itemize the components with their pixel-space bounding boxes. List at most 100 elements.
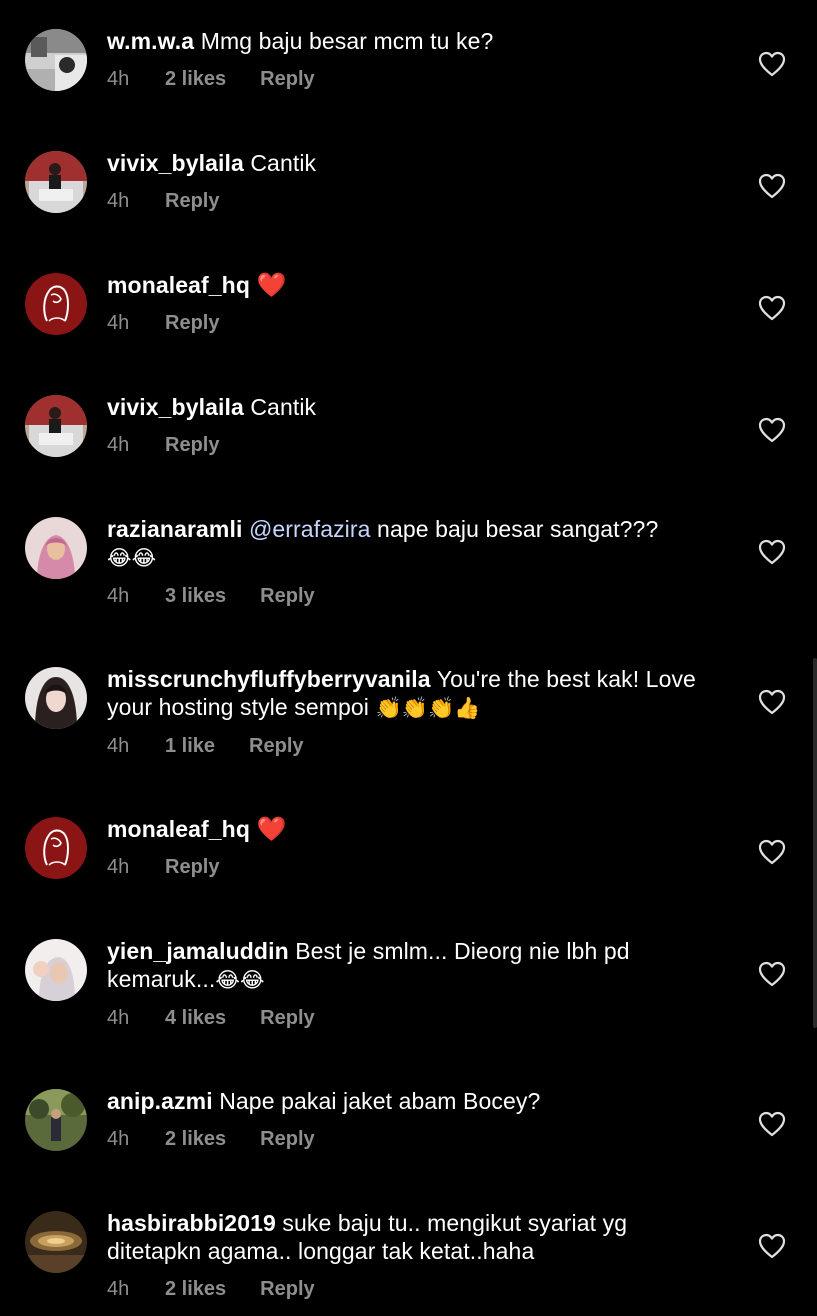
scrollbar[interactable] — [813, 658, 817, 1028]
comment-text: anip.azmi Nape pakai jaket abam Bocey? — [107, 1087, 727, 1115]
comment-text: vivix_bylaila Cantik — [107, 393, 727, 421]
comment-item: razianaramli @errafazira nape baju besar… — [0, 514, 817, 614]
comment-username[interactable]: hasbirabbi2019 — [107, 1210, 276, 1236]
avatar-image — [25, 151, 87, 213]
reply-button[interactable]: Reply — [260, 1277, 314, 1301]
comment-time: 4h — [107, 585, 130, 607]
comment-meta: 4h 2 likes Reply — [107, 1127, 727, 1151]
comment-meta: 4h 2 likes Reply — [107, 1277, 727, 1301]
comment-text: monaleaf_hq ❤️ — [107, 271, 727, 299]
comment-meta: 4h 2 likes Reply — [107, 67, 727, 91]
avatar[interactable] — [25, 517, 87, 579]
comment-text: w.m.w.a Mmg baju besar mcm tu ke? — [107, 27, 727, 55]
avatar[interactable] — [25, 29, 87, 91]
reply-button[interactable]: Reply — [260, 584, 314, 608]
heart-outline-icon[interactable] — [758, 1111, 786, 1137]
comment-time: 4h — [107, 856, 130, 878]
comment-message: nape baju besar sangat??? — [377, 516, 659, 542]
heart-outline-icon[interactable] — [758, 539, 786, 565]
avatar-image — [25, 1089, 87, 1151]
comment-meta: 4h 4 likes Reply — [107, 1006, 727, 1030]
comment-username[interactable]: misscrunchyfluffyberryvanila — [107, 666, 431, 692]
comment-username[interactable]: yien_jamaluddin — [107, 938, 289, 964]
avatar-image — [25, 273, 87, 335]
comment-text: misscrunchyfluffyberryvanila You're the … — [107, 665, 727, 722]
avatar-image — [25, 1211, 87, 1273]
comment-username[interactable]: razianaramli — [107, 516, 242, 542]
reply-button[interactable]: Reply — [260, 67, 314, 91]
comment-text: hasbirabbi2019 suke baju tu.. mengikut s… — [107, 1209, 727, 1265]
comment-likes[interactable]: 2 likes — [165, 1277, 226, 1301]
comment-item: monaleaf_hq ❤️ 4h Reply — [0, 814, 817, 894]
avatar[interactable] — [25, 273, 87, 335]
comment-username[interactable]: vivix_bylaila — [107, 394, 244, 420]
comment-item: vivix_bylaila Cantik 4h Reply — [0, 392, 817, 472]
heart-outline-icon[interactable] — [758, 51, 786, 77]
comment-likes[interactable]: 1 like — [165, 734, 215, 758]
comment-item: yien_jamaluddin Best je smlm... Dieorg n… — [0, 936, 817, 1036]
comment-likes[interactable]: 2 likes — [165, 67, 226, 91]
reply-button[interactable]: Reply — [249, 734, 303, 758]
reply-button[interactable]: Reply — [165, 189, 219, 213]
heart-outline-icon[interactable] — [758, 839, 786, 865]
comment-text: monaleaf_hq ❤️ — [107, 815, 727, 843]
comment-username[interactable]: anip.azmi — [107, 1088, 213, 1114]
laughing-emoji: 😂😂 — [215, 968, 265, 992]
avatar-image — [25, 667, 87, 729]
avatar-image — [25, 817, 87, 879]
comment-meta: 4h Reply — [107, 433, 727, 457]
clapping-emoji: 👏👏👏👍 — [375, 696, 481, 720]
comment-meta: 4h 1 like Reply — [107, 734, 727, 758]
reply-button[interactable]: Reply — [260, 1127, 314, 1151]
comment-item: misscrunchyfluffyberryvanila You're the … — [0, 664, 817, 764]
avatar-image — [25, 29, 87, 91]
comment-meta: 4h Reply — [107, 189, 727, 213]
avatar[interactable] — [25, 1211, 87, 1273]
avatar-image — [25, 517, 87, 579]
comment-time: 4h — [107, 1007, 130, 1029]
comment-meta: 4h 3 likes Reply — [107, 584, 727, 608]
heart-outline-icon[interactable] — [758, 961, 786, 987]
avatar-image — [25, 395, 87, 457]
comment-username[interactable]: monaleaf_hq — [107, 272, 250, 298]
comment-meta: 4h Reply — [107, 855, 727, 879]
avatar[interactable] — [25, 1089, 87, 1151]
comment-mention[interactable]: @errafazira — [249, 516, 371, 542]
comment-item: vivix_bylaila Cantik 4h Reply — [0, 148, 817, 228]
comment-text: yien_jamaluddin Best je smlm... Dieorg n… — [107, 937, 727, 994]
reply-button[interactable]: Reply — [165, 311, 219, 335]
laughing-emoji: 😂😂 — [107, 546, 157, 570]
avatar[interactable] — [25, 151, 87, 213]
avatar[interactable] — [25, 395, 87, 457]
comment-item: w.m.w.a Mmg baju besar mcm tu ke? 4h 2 li… — [0, 26, 817, 106]
comment-message: Cantik — [250, 394, 317, 420]
comment-time: 4h — [107, 735, 130, 757]
avatar[interactable] — [25, 939, 87, 1001]
comment-message: Nape pakai jaket abam Bocey? — [219, 1088, 541, 1114]
comment-likes[interactable]: 2 likes — [165, 1127, 226, 1151]
comment-username[interactable]: w.m.w.a — [107, 28, 194, 54]
comment-item: hasbirabbi2019 suke baju tu.. mengikut s… — [0, 1208, 817, 1308]
comment-text: razianaramli @errafazira nape baju besar… — [107, 515, 727, 572]
comment-username[interactable]: vivix_bylaila — [107, 150, 244, 176]
comment-username[interactable]: monaleaf_hq — [107, 816, 250, 842]
reply-button[interactable]: Reply — [165, 855, 219, 879]
avatar-image — [25, 939, 87, 1001]
comment-message: Cantik — [250, 150, 317, 176]
comment-likes[interactable]: 3 likes — [165, 584, 226, 608]
heart-outline-icon[interactable] — [758, 295, 786, 321]
heart-emoji: ❤️ — [256, 271, 287, 299]
reply-button[interactable]: Reply — [260, 1006, 314, 1030]
heart-outline-icon[interactable] — [758, 417, 786, 443]
comment-time: 4h — [107, 68, 130, 90]
heart-outline-icon[interactable] — [758, 1233, 786, 1259]
comment-item: anip.azmi Nape pakai jaket abam Bocey? 4… — [0, 1086, 817, 1166]
reply-button[interactable]: Reply — [165, 433, 219, 457]
comment-time: 4h — [107, 190, 130, 212]
comment-likes[interactable]: 4 likes — [165, 1006, 226, 1030]
heart-outline-icon[interactable] — [758, 173, 786, 199]
avatar[interactable] — [25, 667, 87, 729]
avatar[interactable] — [25, 817, 87, 879]
heart-outline-icon[interactable] — [758, 689, 786, 715]
comment-item: monaleaf_hq ❤️ 4h Reply — [0, 270, 817, 350]
